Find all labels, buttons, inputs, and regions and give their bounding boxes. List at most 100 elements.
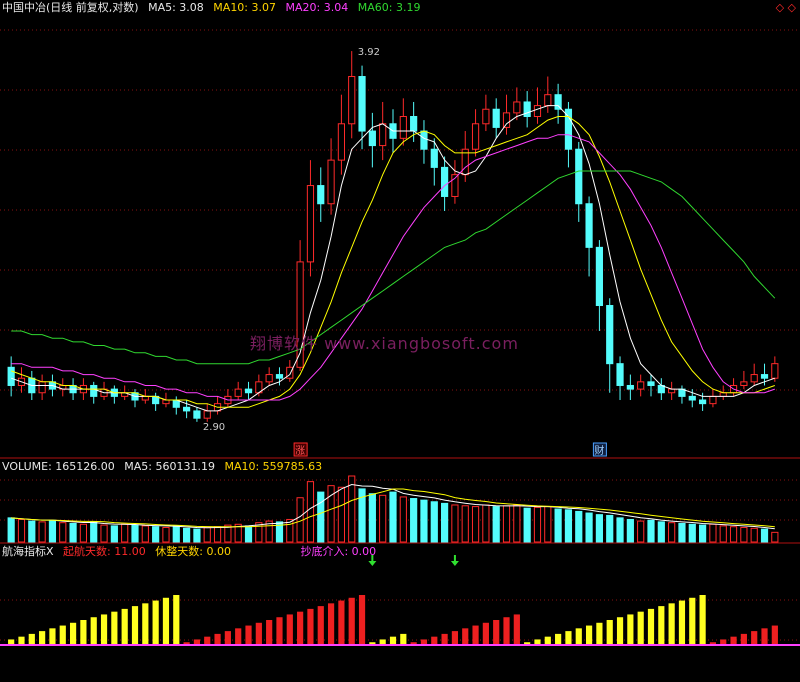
high-price-label: 3.92 bbox=[358, 47, 380, 58]
volume-bar bbox=[729, 526, 738, 543]
volume-bar bbox=[420, 499, 428, 543]
volume-bar bbox=[430, 501, 438, 543]
indicator-bar bbox=[771, 625, 778, 645]
volume-bar bbox=[668, 522, 676, 543]
indicator-bar bbox=[389, 636, 397, 645]
candle-body bbox=[441, 166, 449, 197]
indicator-name: 航海指标X bbox=[2, 545, 54, 558]
candle-body bbox=[348, 76, 356, 125]
volume-bar bbox=[141, 525, 149, 543]
volume-bar bbox=[59, 522, 67, 543]
candle-body bbox=[234, 388, 242, 397]
volume-bar bbox=[575, 510, 583, 543]
ma60-label: MA60: 3.19 bbox=[357, 1, 421, 14]
volume-bar bbox=[657, 521, 665, 543]
indicator-bar bbox=[751, 631, 758, 645]
indicator-bar bbox=[358, 595, 366, 645]
volume-bar bbox=[100, 524, 108, 543]
indicator-bar bbox=[503, 617, 510, 645]
volume-bar bbox=[203, 527, 211, 543]
volume-bar bbox=[17, 518, 26, 543]
candle-body bbox=[275, 374, 284, 379]
candle-body bbox=[564, 108, 573, 150]
candle-body bbox=[719, 392, 727, 397]
volume-bar bbox=[152, 526, 160, 543]
candle-body bbox=[244, 388, 253, 394]
candle-body bbox=[183, 406, 191, 412]
candle-body bbox=[265, 374, 273, 383]
indicator-bar bbox=[627, 614, 634, 645]
indicator-bar bbox=[596, 622, 603, 645]
candle-body bbox=[575, 148, 583, 205]
candle-body bbox=[162, 399, 170, 405]
volume-bar bbox=[616, 517, 624, 543]
volume-bar bbox=[183, 527, 191, 543]
indicator-bar bbox=[668, 603, 675, 645]
volume-bar bbox=[38, 521, 46, 543]
volume-bar bbox=[121, 523, 129, 543]
indicator-bar bbox=[39, 631, 46, 645]
volume-bar bbox=[585, 512, 593, 543]
indicator-bar bbox=[472, 625, 479, 645]
corner-icons[interactable]: ◇ ◇ bbox=[776, 1, 796, 14]
indicator-bar bbox=[431, 636, 438, 645]
indicator-bar bbox=[111, 611, 118, 645]
indicator-bar bbox=[173, 595, 180, 645]
indicator-bar bbox=[224, 631, 231, 645]
indicator-bar bbox=[575, 628, 582, 645]
volume-bar bbox=[193, 528, 201, 543]
indicator-bar bbox=[730, 636, 737, 645]
candle-body bbox=[647, 381, 655, 386]
volume-bar bbox=[410, 498, 418, 543]
volume-bar bbox=[771, 531, 779, 543]
indicator-bar bbox=[152, 600, 159, 645]
event-marker-1: 涨 bbox=[295, 445, 305, 457]
indicator-bar bbox=[658, 606, 665, 645]
volume-bar bbox=[513, 504, 521, 543]
candle-body bbox=[337, 123, 345, 161]
volume-bar bbox=[368, 493, 376, 543]
indicator-bar bbox=[255, 622, 262, 645]
volume-bar bbox=[533, 506, 542, 543]
candle-body bbox=[502, 112, 511, 128]
volume-bar bbox=[306, 481, 315, 543]
candle-body bbox=[399, 116, 407, 139]
candle-body bbox=[193, 410, 201, 419]
indicator-bar bbox=[100, 614, 108, 645]
indicator-bar bbox=[565, 631, 572, 645]
volume-bar bbox=[688, 523, 696, 543]
indicator-bar bbox=[204, 636, 211, 645]
candle-body bbox=[740, 381, 748, 386]
volume-bar bbox=[244, 525, 253, 543]
indicator-bar bbox=[689, 597, 696, 645]
indicator-bar bbox=[142, 603, 149, 645]
volume-bar bbox=[750, 527, 758, 543]
indicator-bar bbox=[307, 608, 314, 645]
volume-bar bbox=[699, 524, 707, 543]
chaodi-label: 抄底介入: 0.00 bbox=[300, 545, 377, 558]
volume-bar bbox=[678, 522, 686, 543]
ma20-label: MA20: 3.04 bbox=[285, 1, 349, 14]
indicator-bar bbox=[647, 608, 655, 645]
candle-body bbox=[420, 130, 428, 150]
indicator-bar bbox=[266, 620, 273, 645]
volume-bar bbox=[379, 494, 387, 543]
volume-bar bbox=[7, 517, 15, 543]
indicator-bar bbox=[69, 622, 77, 645]
indicator-bar bbox=[18, 636, 25, 645]
down-arrow-icon-1 bbox=[450, 555, 459, 566]
indicator-bar bbox=[80, 620, 87, 645]
candle-body bbox=[544, 94, 552, 107]
volume-bar bbox=[337, 486, 345, 543]
low-price-label: 2.90 bbox=[203, 422, 225, 433]
volume-bar bbox=[451, 504, 459, 543]
candle-body bbox=[379, 123, 387, 147]
indicator-bar bbox=[493, 620, 500, 645]
candle-body bbox=[760, 374, 769, 379]
indicator-bar bbox=[90, 617, 97, 645]
volume-bar bbox=[471, 506, 480, 543]
candle-body bbox=[523, 101, 531, 118]
candle-body bbox=[554, 94, 562, 110]
indicator-bar bbox=[327, 603, 335, 645]
volume-bar bbox=[110, 525, 118, 543]
